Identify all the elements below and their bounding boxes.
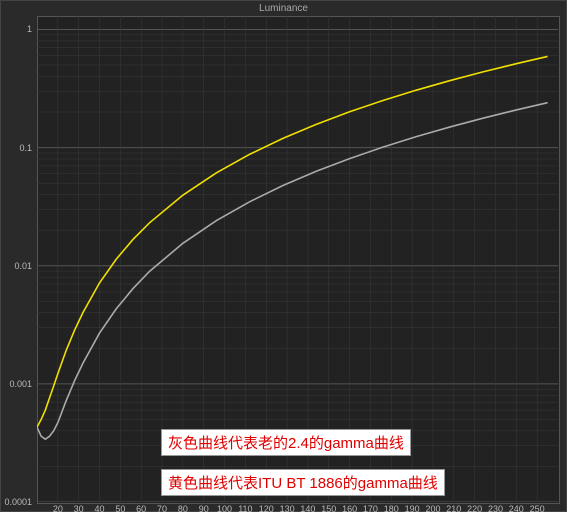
x-tick-label: 80 xyxy=(178,504,188,512)
x-tick-label: 180 xyxy=(384,504,399,512)
x-tick-label: 70 xyxy=(157,504,167,512)
x-tick-label: 170 xyxy=(363,504,378,512)
y-tick-label: 0.001 xyxy=(2,379,32,389)
annotation-gray: 灰色曲线代表老的2.4的gamma曲线 xyxy=(161,429,411,456)
x-tick-label: 120 xyxy=(259,504,274,512)
x-tick-label: 90 xyxy=(199,504,209,512)
x-tick-label: 30 xyxy=(74,504,84,512)
x-tick-label: 200 xyxy=(425,504,440,512)
chart-title: Luminance xyxy=(1,3,566,14)
x-tick-label: 60 xyxy=(136,504,146,512)
y-tick-label: 1 xyxy=(2,24,32,34)
x-tick-label: 140 xyxy=(300,504,315,512)
x-tick-label: 210 xyxy=(446,504,461,512)
x-tick-label: 250 xyxy=(530,504,545,512)
x-tick-label: 160 xyxy=(342,504,357,512)
x-tick-label: 100 xyxy=(217,504,232,512)
x-tick-label: 190 xyxy=(405,504,420,512)
x-tick-label: 40 xyxy=(95,504,105,512)
y-tick-label: 0.0001 xyxy=(2,497,32,507)
x-tick-label: 240 xyxy=(509,504,524,512)
x-tick-label: 150 xyxy=(321,504,336,512)
chart-container: Luminance 0.0001 0.001 0.01 0.1 1 20 30 40 50 60… xyxy=(0,0,567,512)
x-tick-label: 110 xyxy=(238,504,252,512)
annotation-yellow: 黄色曲线代表ITU BT 1886的gamma曲线 xyxy=(161,469,445,496)
x-tick-label: 20 xyxy=(53,504,63,512)
x-tick-label: 230 xyxy=(488,504,503,512)
x-tick-label: 130 xyxy=(280,504,295,512)
x-tick-label: 220 xyxy=(467,504,482,512)
x-tick-label: 50 xyxy=(115,504,125,512)
y-tick-label: 0.1 xyxy=(2,143,32,153)
y-tick-label: 0.01 xyxy=(2,261,32,271)
